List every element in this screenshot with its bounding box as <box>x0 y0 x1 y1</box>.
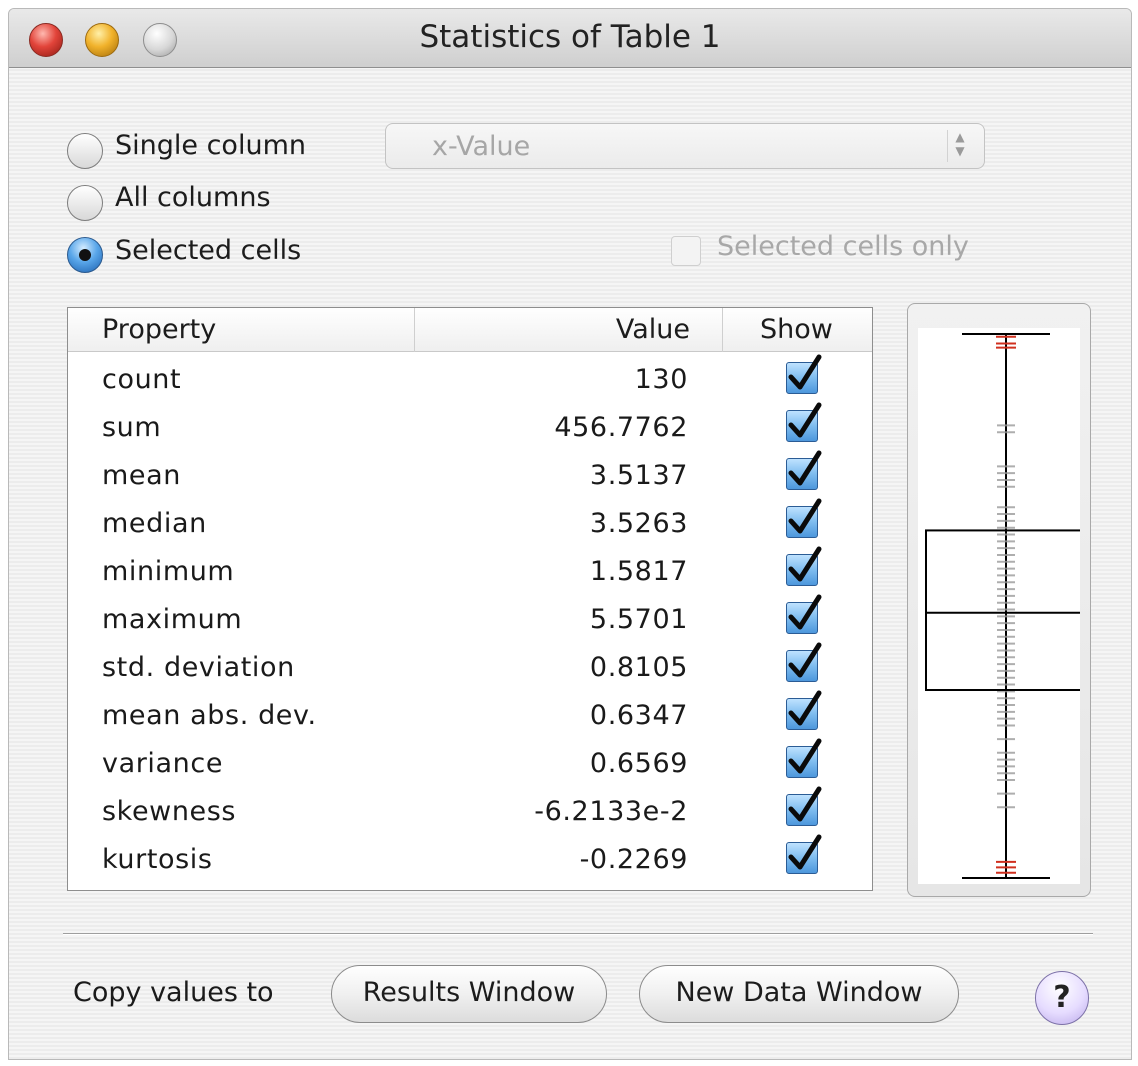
checkmark-icon <box>788 690 822 726</box>
table-row[interactable]: mean 3.5137 <box>68 450 872 500</box>
value-cell: -6.2133e-2 <box>534 796 688 827</box>
value-cell: -0.2269 <box>579 844 688 875</box>
column-header-property[interactable]: Property <box>102 314 216 345</box>
table-header: Property Value Show <box>68 308 872 352</box>
radio-selected-cells-label: Selected cells <box>115 235 302 266</box>
property-cell: minimum <box>102 556 235 587</box>
table-row[interactable]: minimum 1.5817 <box>68 546 872 596</box>
property-cell: mean abs. dev. <box>102 700 317 731</box>
checkmark-icon <box>788 594 822 630</box>
table-row[interactable]: skewness -6.2133e-2 <box>68 786 872 836</box>
radio-all-columns-label: All columns <box>115 182 271 213</box>
help-button[interactable]: ? <box>1035 971 1089 1025</box>
popup-arrows-icon: ▲ ▼ <box>947 130 972 162</box>
column-header-show[interactable]: Show <box>760 314 833 345</box>
table-row[interactable]: std. deviation 0.8105 <box>68 642 872 692</box>
copy-values-label: Copy values to <box>73 977 274 1008</box>
table-row[interactable]: mean abs. dev. 0.6347 <box>68 690 872 740</box>
checkmark-icon <box>788 834 822 870</box>
show-checkbox[interactable] <box>786 402 822 442</box>
statistics-window: Statistics of Table 1 Single column All … <box>8 8 1132 1060</box>
value-cell: 130 <box>634 364 688 395</box>
show-checkbox[interactable] <box>786 594 822 634</box>
statistics-table: Property Value Show count 130 sum 456.7762 m… <box>67 307 873 891</box>
show-checkbox[interactable] <box>786 354 822 394</box>
value-cell: 0.6569 <box>589 748 688 779</box>
show-checkbox[interactable] <box>786 834 822 874</box>
checkmark-icon <box>788 786 822 822</box>
table-row[interactable]: variance 0.6569 <box>68 738 872 788</box>
checkmark-icon <box>788 738 822 774</box>
show-checkbox[interactable] <box>786 738 822 778</box>
property-cell: std. deviation <box>102 652 295 683</box>
property-cell: sum <box>102 412 162 443</box>
property-cell: skewness <box>102 796 237 827</box>
checkmark-icon <box>788 450 822 486</box>
radio-single-column-label: Single column <box>115 130 306 161</box>
table-row[interactable]: count 130 <box>68 354 872 404</box>
value-cell: 0.6347 <box>589 700 688 731</box>
property-cell: mean <box>102 460 181 491</box>
checkmark-icon <box>788 546 822 582</box>
show-checkbox[interactable] <box>786 690 822 730</box>
table-row[interactable]: maximum 5.5701 <box>68 594 872 644</box>
value-cell: 5.5701 <box>589 604 688 635</box>
value-cell: 456.7762 <box>554 412 688 443</box>
checkmark-icon <box>788 642 822 678</box>
table-row[interactable]: kurtosis -0.2269 <box>68 834 872 884</box>
property-cell: variance <box>102 748 224 779</box>
property-cell: kurtosis <box>102 844 213 875</box>
checkmark-icon <box>788 402 822 438</box>
column-popup-value: x-Value <box>432 131 531 162</box>
new-data-window-button[interactable]: New Data Window <box>639 965 959 1023</box>
selected-cells-only-label: Selected cells only <box>717 231 969 262</box>
radio-single-column[interactable] <box>67 133 103 169</box>
box-plot-panel <box>907 303 1091 897</box>
title-bar: Statistics of Table 1 <box>9 9 1131 68</box>
selected-cells-only-checkbox[interactable] <box>671 236 701 266</box>
value-cell: 3.5137 <box>589 460 688 491</box>
window-title: Statistics of Table 1 <box>419 19 721 55</box>
column-header-value[interactable]: Value <box>616 314 690 345</box>
show-checkbox[interactable] <box>786 450 822 490</box>
property-cell: median <box>102 508 207 539</box>
value-cell: 0.8105 <box>589 652 688 683</box>
show-checkbox[interactable] <box>786 546 822 586</box>
value-cell: 1.5817 <box>589 556 688 587</box>
property-cell: count <box>102 364 182 395</box>
radio-all-columns[interactable] <box>67 185 103 221</box>
value-cell: 3.5263 <box>589 508 688 539</box>
box-plot <box>925 333 1087 879</box>
results-window-button[interactable]: Results Window <box>331 965 607 1023</box>
table-row[interactable]: median 3.5263 <box>68 498 872 548</box>
checkmark-icon <box>788 354 822 390</box>
table-row[interactable]: sum 456.7762 <box>68 402 872 452</box>
property-cell: maximum <box>102 604 243 635</box>
radio-selected-cells[interactable] <box>67 237 103 273</box>
column-popup[interactable]: x-Value ▲ ▼ <box>385 123 985 169</box>
show-checkbox[interactable] <box>786 786 822 826</box>
show-checkbox[interactable] <box>786 642 822 682</box>
checkmark-icon <box>788 498 822 534</box>
show-checkbox[interactable] <box>786 498 822 538</box>
footer-divider <box>63 933 1093 934</box>
